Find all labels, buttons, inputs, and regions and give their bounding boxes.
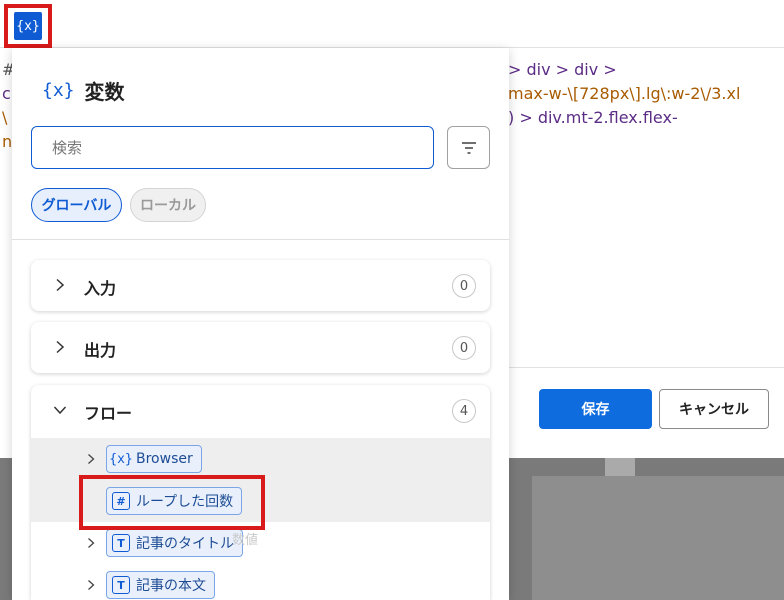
count-badge: 0 (452, 336, 476, 360)
chevron-right-icon (56, 340, 65, 354)
background-dark-panel (532, 476, 784, 600)
variable-name: 記事のタイトル (136, 536, 234, 552)
variable-chip-loop-count[interactable]: # ループした回数 (106, 487, 243, 515)
section-flow-header[interactable]: フロー 4 (31, 385, 490, 435)
top-bar (0, 0, 784, 48)
background-divider (508, 367, 784, 368)
save-button[interactable]: 保存 (539, 389, 652, 429)
background-code-text: > div > div > max-w-\[728px\].lg\:w-2\/3… (508, 60, 741, 127)
chevron-right-icon (56, 278, 65, 292)
filter-icon (461, 141, 476, 154)
background-dark-area-left (0, 458, 12, 600)
drag-ghost-text: 数値 (232, 533, 259, 548)
section-output: 出力 0 (31, 322, 490, 373)
variable-icon: {x} (109, 451, 133, 467)
section-label: 入力 (84, 279, 117, 298)
filter-button[interactable] (447, 126, 490, 169)
variable-name: 記事の本文 (136, 578, 206, 594)
text-icon: T (112, 576, 130, 594)
count-badge: 4 (452, 399, 476, 423)
variable-chip-article-title[interactable]: T 記事のタイトル (106, 529, 243, 557)
variable-icon: {x} (14, 12, 42, 40)
section-flow: フロー 4 {x} Browser # ループした回数 T 記事のタイトル T … (31, 385, 490, 600)
section-input: 入力 0 (31, 260, 490, 311)
list-item[interactable]: # ループした回数 (31, 480, 490, 522)
variables-toggle-button[interactable]: {x} (4, 4, 52, 48)
variable-name: Browser (136, 451, 193, 467)
chevron-right-icon[interactable] (85, 453, 97, 465)
count-badge: 0 (452, 274, 476, 298)
chevron-right-icon[interactable] (85, 579, 97, 591)
section-output-header[interactable]: 出力 0 (31, 322, 490, 372)
chevron-down-icon (53, 406, 67, 415)
tab-local[interactable]: ローカル (130, 188, 206, 222)
section-label: 出力 (84, 341, 117, 360)
background-dark-tab (605, 458, 635, 476)
variable-chip-article-body[interactable]: T 記事の本文 (106, 571, 215, 599)
variables-panel: {x} 変数 グローバル ローカル 入力 0 出力 0 (12, 48, 509, 600)
chevron-right-icon[interactable] (85, 537, 97, 549)
number-icon: # (112, 492, 130, 510)
background-code-left: # c \ n (2, 60, 16, 151)
section-input-header[interactable]: 入力 0 (31, 260, 490, 310)
section-label: フロー (84, 404, 133, 423)
list-item[interactable]: {x} Browser (31, 438, 490, 480)
variable-chip-browser[interactable]: {x} Browser (106, 445, 202, 473)
text-icon: T (112, 534, 130, 552)
panel-title: 変数 (84, 79, 125, 104)
panel-header: {x} 変数 (42, 76, 125, 104)
variable-icon: {x} (42, 79, 75, 101)
tab-global[interactable]: グローバル (31, 188, 122, 222)
search-input[interactable] (31, 126, 434, 169)
list-item[interactable]: T 記事のタイトル (31, 522, 490, 564)
variable-name: ループした回数 (136, 494, 234, 510)
list-item[interactable]: T 記事の本文 (31, 564, 490, 600)
panel-divider (12, 239, 509, 240)
cancel-button[interactable]: キャンセル (659, 389, 769, 429)
